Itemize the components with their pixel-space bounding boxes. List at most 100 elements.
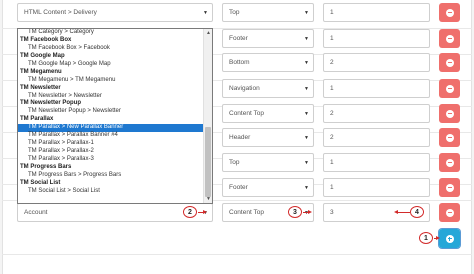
module-select-value: HTML Content > Delivery — [24, 9, 97, 16]
module-select[interactable]: HTML Content > Delivery ▼ — [17, 3, 213, 22]
position-select-value: Content Top — [229, 209, 264, 216]
sort-order-value: 1 — [330, 184, 334, 191]
annotation-step-badge: 4 — [410, 206, 424, 218]
sort-order-input[interactable]: 1 — [323, 79, 430, 98]
position-select-value: Top — [229, 159, 240, 166]
remove-module-button[interactable] — [439, 203, 460, 222]
dropdown-option[interactable]: TM Progress Bars > Progress Bars — [18, 172, 204, 180]
position-select-value: Footer — [229, 184, 248, 191]
sort-order-input[interactable]: 2 — [323, 128, 430, 147]
dropdown-option[interactable]: TM Parallax > Parallax-3 — [18, 156, 204, 164]
sort-order-value: 1 — [330, 35, 334, 42]
annotation-arrow — [398, 212, 410, 214]
position-select[interactable]: Content Top ▼ — [222, 104, 314, 123]
sort-order-input[interactable]: 1 — [323, 3, 430, 22]
dropdown-option[interactable]: TM Newsletter > Newsletter — [18, 93, 204, 101]
minus-circle-icon — [445, 58, 454, 67]
dropdown-optgroup-label: TM Progress Bars — [20, 163, 72, 170]
caret-down-icon: ▼ — [304, 59, 309, 66]
caret-down-icon: ▼ — [304, 9, 309, 16]
dropdown-optgroup-label: TM Newsletter — [20, 84, 61, 91]
dropdown-option[interactable]: TM Parallax > Parallax Banner #4 — [18, 132, 204, 140]
remove-module-button[interactable] — [439, 3, 460, 22]
row-divider — [2, 254, 472, 255]
position-select[interactable]: Top ▼ — [222, 3, 314, 22]
sort-order-value: 2 — [330, 134, 334, 141]
module-dropdown-list[interactable]: TM Category > Category TM Facebook Box TM … — [17, 28, 213, 204]
minus-circle-icon — [445, 208, 454, 217]
sort-order-value: 1 — [330, 85, 334, 92]
dropdown-optgroup-label: TM Newsletter Popup — [20, 100, 82, 107]
dropdown-optgroup-label: TM Parallax — [20, 116, 54, 123]
caret-down-icon: ▼ — [304, 159, 309, 166]
position-select-value: Bottom — [229, 59, 250, 66]
position-select[interactable]: Header ▼ — [222, 128, 314, 147]
annotation-step-badge: 3 — [288, 206, 302, 218]
position-select[interactable]: Bottom ▼ — [222, 53, 314, 72]
minus-circle-icon — [445, 109, 454, 118]
remove-module-button[interactable] — [439, 79, 460, 98]
dropdown-scrollbar[interactable]: ▲ ▼ — [203, 29, 212, 203]
sort-order-input[interactable]: 2 — [323, 53, 430, 72]
dropdown-optgroup-label: TM Facebook Box — [20, 36, 72, 43]
module-select-value: Account — [24, 209, 48, 216]
remove-module-button[interactable] — [439, 153, 460, 172]
dropdown-option[interactable]: TM Parallax > Parallax-1 — [18, 140, 204, 148]
remove-module-button[interactable] — [439, 128, 460, 147]
dropdown-option[interactable]: TM Google Map > Google Map — [18, 61, 204, 69]
dropdown-option[interactable]: TM Newsletter Popup > Newsletter — [18, 108, 204, 116]
dropdown-option[interactable]: TM Facebook Box > Facebook — [18, 45, 204, 53]
remove-module-button[interactable] — [439, 29, 460, 48]
dropdown-option[interactable]: TM Category > Category — [18, 29, 204, 37]
minus-circle-icon — [445, 183, 454, 192]
annotation-arrow-head — [308, 209, 312, 214]
scroll-up-icon[interactable]: ▲ — [204, 29, 212, 37]
minus-circle-icon — [445, 158, 454, 167]
caret-down-icon: ▼ — [304, 134, 309, 141]
caret-down-icon: ▼ — [203, 9, 208, 16]
dropdown-optgroup-label: TM Google Map — [20, 52, 65, 59]
sort-order-value: 3 — [330, 209, 334, 216]
annotation-arrow-head — [203, 209, 207, 214]
minus-circle-icon — [445, 133, 454, 142]
minus-circle-icon — [445, 84, 454, 93]
remove-module-button[interactable] — [439, 104, 460, 123]
position-select-value: Navigation — [229, 85, 260, 92]
minus-circle-icon — [445, 34, 454, 43]
caret-down-icon: ▼ — [304, 85, 309, 92]
position-select-value: Footer — [229, 35, 248, 42]
sort-order-input[interactable]: 2 — [323, 104, 430, 123]
dropdown-option[interactable]: TM Megamenu > TM Megamenu — [18, 77, 204, 85]
plus-circle-icon — [445, 234, 454, 243]
caret-down-icon: ▼ — [304, 35, 309, 42]
position-select-value: Header — [229, 134, 251, 141]
dropdown-option[interactable]: TM Parallax > Parallax-2 — [18, 148, 204, 156]
position-select[interactable]: Top ▼ — [222, 153, 314, 172]
dropdown-optgroup-label: TM Social List — [20, 179, 61, 186]
dropdown-option[interactable]: TM Social List > Social List — [18, 188, 204, 196]
sort-order-value: 1 — [330, 9, 334, 16]
position-select[interactable]: Navigation ▼ — [222, 79, 314, 98]
annotation-step-badge: 2 — [183, 206, 197, 218]
position-select[interactable]: Footer ▼ — [222, 178, 314, 197]
position-select[interactable]: Footer ▼ — [222, 29, 314, 48]
add-module-button[interactable] — [439, 229, 460, 248]
remove-module-button[interactable] — [439, 178, 460, 197]
dropdown-option[interactable]: TM Parallax > New Parallax Banner — [18, 124, 204, 133]
sort-order-value: 2 — [330, 59, 334, 66]
caret-down-icon: ▼ — [304, 184, 309, 191]
sort-order-input[interactable]: 1 — [323, 29, 430, 48]
scroll-down-icon[interactable]: ▼ — [204, 195, 212, 203]
position-select-value: Content Top — [229, 110, 264, 117]
annotation-arrow-head — [394, 209, 398, 214]
remove-module-button[interactable] — [439, 53, 460, 72]
sort-order-input[interactable]: 1 — [323, 178, 430, 197]
position-select-value: Top — [229, 9, 240, 16]
minus-circle-icon — [445, 8, 454, 17]
sort-order-input[interactable]: 1 — [323, 153, 430, 172]
annotation-arrow-head — [436, 235, 440, 240]
module-options: TM Category > Category TM Facebook Box TM … — [18, 29, 204, 196]
annotation-step-badge: 1 — [419, 232, 433, 244]
scroll-thumb[interactable] — [205, 127, 211, 197]
caret-down-icon: ▼ — [304, 110, 309, 117]
